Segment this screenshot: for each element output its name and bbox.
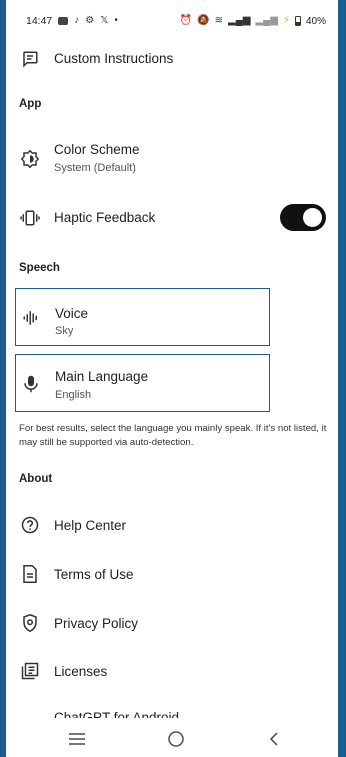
- shield-icon: [20, 613, 40, 633]
- home-button[interactable]: [165, 728, 187, 750]
- color-scheme-label: Color Scheme: [54, 142, 140, 157]
- brightness-icon: [20, 149, 40, 169]
- help-center-row[interactable]: Help Center: [6, 510, 338, 542]
- about-section-title: About: [19, 473, 53, 485]
- privacy-policy-row[interactable]: Privacy Policy: [6, 608, 338, 640]
- alarm-icon: ⏰: [179, 15, 193, 26]
- haptic-feedback-toggle[interactable]: [280, 204, 326, 231]
- toggle-knob: [303, 208, 322, 227]
- back-button[interactable]: [263, 728, 285, 750]
- document-icon: [20, 564, 40, 584]
- x-notification-icon: 𝕏: [100, 15, 109, 26]
- custom-instructions-label: Custom Instructions: [54, 51, 174, 66]
- chat-list-icon: [20, 49, 40, 69]
- custom-instructions-row[interactable]: Custom Instructions: [6, 44, 338, 74]
- settings-notification-icon: ⚙: [85, 15, 95, 26]
- microphone-icon: [21, 374, 41, 394]
- terms-of-use-row[interactable]: Terms of Use: [6, 559, 338, 591]
- licenses-label: Licenses: [54, 664, 108, 679]
- signal-2-icon: ▂▄▆: [255, 15, 278, 26]
- mute-icon: 🔕: [197, 15, 210, 26]
- help-icon: [20, 515, 40, 535]
- gallery-notification-icon: [58, 17, 69, 25]
- tiktok-notification-icon: ♪: [74, 15, 80, 26]
- speech-section-title: Speech: [19, 262, 60, 274]
- privacy-policy-label: Privacy Policy: [54, 616, 139, 631]
- vibration-icon: [20, 208, 40, 228]
- voice-label: Voice: [55, 306, 89, 321]
- haptic-feedback-label: Haptic Feedback: [54, 210, 156, 225]
- voice-row[interactable]: Voice Sky: [15, 288, 270, 346]
- status-bar: 14:47 ♪ ⚙ 𝕏 • ⏰ 🔕 ≋ ▂▄▆ ▂▄▆ ⚡ 40%: [6, 0, 338, 42]
- main-language-value: English: [55, 389, 92, 401]
- battery-level: 40%: [305, 15, 326, 27]
- voice-value: Sky: [55, 325, 74, 337]
- charging-icon: ⚡: [282, 15, 290, 26]
- help-center-label: Help Center: [54, 518, 127, 533]
- more-notifications-icon: •: [114, 15, 118, 26]
- signal-icon: ▂▄▆: [228, 15, 251, 26]
- wifi-icon: ≋: [214, 15, 224, 26]
- recent-apps-button[interactable]: [66, 728, 88, 750]
- main-language-row[interactable]: Main Language English: [15, 354, 270, 412]
- app-section-title: App: [19, 98, 42, 110]
- navigation-bar: [6, 718, 338, 757]
- settings-screen: 14:47 ♪ ⚙ 𝕏 • ⏰ 🔕 ≋ ▂▄▆ ▂▄▆ ⚡ 40% Custom…: [6, 0, 338, 757]
- licenses-icon: [20, 661, 40, 681]
- waveform-icon: [21, 308, 41, 328]
- color-scheme-value: System (Default): [54, 162, 136, 174]
- status-left: 14:47 ♪ ⚙ 𝕏 •: [26, 15, 118, 27]
- main-language-label: Main Language: [55, 369, 149, 384]
- status-right: ⏰ 🔕 ≋ ▂▄▆ ▂▄▆ ⚡ 40%: [180, 15, 326, 27]
- licenses-row[interactable]: Licenses: [6, 656, 338, 688]
- terms-of-use-label: Terms of Use: [54, 567, 134, 582]
- color-scheme-row[interactable]: Color Scheme System (Default): [6, 136, 338, 182]
- language-help-text: For best results, select the language yo…: [19, 423, 327, 448]
- status-time: 14:47: [26, 15, 53, 27]
- battery-icon: [294, 16, 301, 26]
